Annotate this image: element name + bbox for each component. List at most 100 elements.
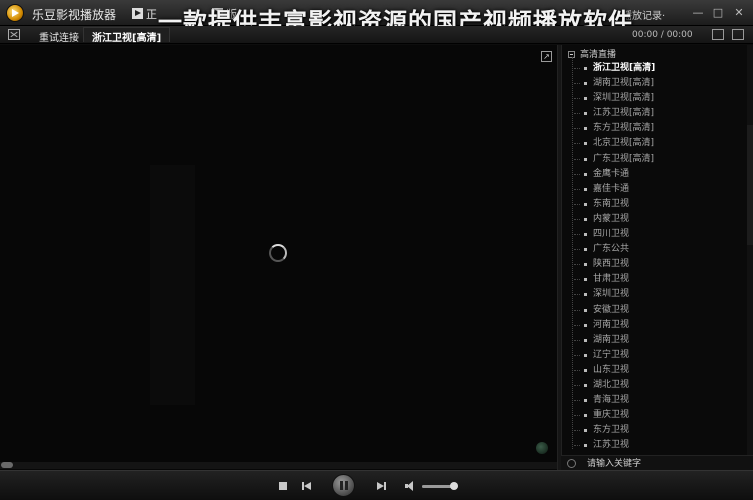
bullet-icon bbox=[584, 112, 587, 116]
stop-icon[interactable] bbox=[279, 482, 287, 490]
tab-online-video[interactable]: 正 bbox=[132, 6, 157, 22]
volume-icon[interactable] bbox=[405, 481, 417, 491]
search-input[interactable] bbox=[587, 457, 737, 470]
channel-item[interactable]: 北京卫视[高清] bbox=[562, 136, 742, 151]
channel-item[interactable]: 重庆卫视 bbox=[562, 408, 742, 423]
channel-label: 深圳卫视[高清] bbox=[593, 93, 655, 104]
status-indicator-icon bbox=[536, 442, 548, 454]
channel-item[interactable]: 安徽卫视 bbox=[562, 303, 742, 318]
channel-item[interactable]: 浙江卫视[高清] bbox=[562, 61, 742, 76]
channel-label: 安徽卫视 bbox=[593, 304, 630, 315]
channel-item[interactable]: 东方卫视[高清] bbox=[562, 121, 742, 136]
video-area[interactable]: ↗ bbox=[0, 45, 557, 470]
channel-item[interactable]: 四川卫视 bbox=[562, 227, 742, 242]
channel-item[interactable]: 江苏卫视[高清] bbox=[562, 106, 742, 121]
channel-item[interactable]: 江苏卫视 bbox=[562, 438, 742, 453]
play-square-icon bbox=[132, 8, 143, 19]
channel-item[interactable]: 河南卫视 bbox=[562, 318, 742, 333]
tv-icon[interactable] bbox=[8, 29, 20, 40]
bullet-icon bbox=[584, 248, 587, 252]
bullet-icon bbox=[584, 278, 587, 282]
channel-label: 江苏卫视 bbox=[593, 440, 630, 451]
bullet-icon bbox=[584, 97, 587, 101]
channel-label: 金鹰卡通 bbox=[593, 168, 630, 179]
channel-item[interactable]: 广东公共 bbox=[562, 242, 742, 257]
sidebar-scrollbar[interactable] bbox=[747, 45, 753, 470]
channel-label: 江苏卫视[高清] bbox=[593, 108, 655, 119]
channel-item[interactable]: 深圳卫视[高清] bbox=[562, 91, 742, 106]
channel-item[interactable]: 广东卫视[高清] bbox=[562, 152, 742, 167]
channel-item[interactable]: 东南卫视 bbox=[562, 197, 742, 212]
channel-item[interactable]: 嘉佳卡通 bbox=[562, 182, 742, 197]
channel-label: 广东公共 bbox=[593, 244, 630, 255]
channel-item[interactable]: 辽宁卫视 bbox=[562, 348, 742, 363]
bullet-icon bbox=[584, 399, 587, 403]
bullet-icon bbox=[584, 172, 587, 176]
channel-label: 东方卫视 bbox=[593, 425, 630, 436]
app-logo-icon bbox=[6, 4, 24, 22]
channel-label: 陕西卫视 bbox=[593, 259, 630, 270]
channel-label: 甘肃卫视 bbox=[593, 274, 630, 285]
bullet-icon bbox=[584, 444, 587, 448]
previous-icon[interactable] bbox=[302, 481, 312, 491]
bullet-icon bbox=[584, 217, 587, 221]
channel-list: 浙江卫视[高清] 湖南卫视[高清] 深圳卫视[高清] 江苏卫视[高清] 东方卫视[高清]… bbox=[562, 61, 742, 453]
channel-label: 青海卫视 bbox=[593, 395, 630, 406]
channel-label: 湖南卫视 bbox=[593, 334, 630, 345]
fullscreen-icon[interactable] bbox=[732, 29, 744, 40]
channel-label: 浙江卫视[高清] bbox=[593, 63, 656, 73]
bullet-icon bbox=[584, 202, 587, 206]
bullet-icon bbox=[584, 383, 587, 387]
maximize-button[interactable]: □ bbox=[710, 5, 726, 21]
channel-label: 内蒙卫视 bbox=[593, 213, 630, 224]
expand-icon[interactable]: ↗ bbox=[541, 51, 552, 62]
channel-item[interactable]: 山东卫视 bbox=[562, 363, 742, 378]
channel-item[interactable]: 陕西卫视 bbox=[562, 257, 742, 272]
pause-button[interactable] bbox=[332, 474, 355, 497]
next-icon[interactable] bbox=[377, 481, 387, 491]
current-channel-tab[interactable]: 浙江卫视[高清] bbox=[83, 27, 171, 44]
channel-item[interactable]: 青海卫视 bbox=[562, 393, 742, 408]
channel-item[interactable]: 内蒙卫视 bbox=[562, 212, 742, 227]
bullet-icon bbox=[584, 414, 587, 418]
volume-knob[interactable] bbox=[450, 482, 459, 490]
progress-bar[interactable] bbox=[0, 462, 557, 469]
channel-item[interactable]: 甘肃卫视 bbox=[562, 272, 742, 287]
channel-label: 山东卫视 bbox=[593, 364, 630, 375]
channel-item[interactable]: 东方卫视 bbox=[562, 423, 742, 438]
bullet-icon bbox=[584, 293, 587, 297]
channel-label: 嘉佳卡通 bbox=[593, 183, 630, 194]
screenshot-icon[interactable] bbox=[712, 29, 724, 40]
channel-label: 重庆卫视 bbox=[593, 410, 630, 421]
bullet-icon bbox=[584, 323, 587, 327]
loading-spinner-icon bbox=[269, 244, 287, 262]
channel-label: 四川卫视 bbox=[593, 229, 630, 240]
minimize-button[interactable]: — bbox=[690, 5, 706, 21]
channel-item[interactable]: 金鹰卡通 bbox=[562, 167, 742, 182]
channel-item[interactable]: 湖南卫视[高清] bbox=[562, 76, 742, 91]
close-button[interactable]: ✕ bbox=[731, 5, 747, 21]
time-display: 00:00 / 00:00 bbox=[632, 30, 693, 40]
app-title: 乐豆影视播放器 bbox=[32, 8, 117, 22]
reconnect-button[interactable]: 重试连接 bbox=[39, 29, 79, 44]
channel-item[interactable]: 深圳卫视 bbox=[562, 287, 742, 302]
channel-label: 湖北卫视 bbox=[593, 379, 630, 390]
bullet-icon bbox=[584, 233, 587, 237]
channel-item[interactable]: 湖南卫视 bbox=[562, 333, 742, 348]
channel-label: 广东卫视[高清] bbox=[593, 153, 655, 164]
bullet-icon bbox=[584, 353, 587, 357]
channel-label: 东南卫视 bbox=[593, 198, 630, 209]
bullet-icon bbox=[584, 263, 587, 267]
bullet-icon bbox=[584, 338, 587, 342]
bullet-icon bbox=[584, 368, 587, 372]
scroll-thumb[interactable] bbox=[747, 125, 753, 245]
tree-group[interactable]: 高清直播 bbox=[568, 47, 616, 60]
playback-controls bbox=[0, 470, 753, 500]
channel-label: 河南卫视 bbox=[593, 319, 630, 330]
video-shadow bbox=[150, 165, 195, 405]
progress-knob[interactable] bbox=[1, 462, 13, 468]
channel-sidebar: 高清直播 浙江卫视[高清] 湖南卫视[高清] 深圳卫视[高清] 江苏卫视[高清] 东方卫… bbox=[561, 45, 753, 470]
bullet-icon bbox=[584, 157, 587, 161]
channel-item[interactable]: 湖北卫视 bbox=[562, 378, 742, 393]
toolbar: 重试连接 浙江卫视[高清] 00:00 / 00:00 bbox=[0, 26, 753, 44]
